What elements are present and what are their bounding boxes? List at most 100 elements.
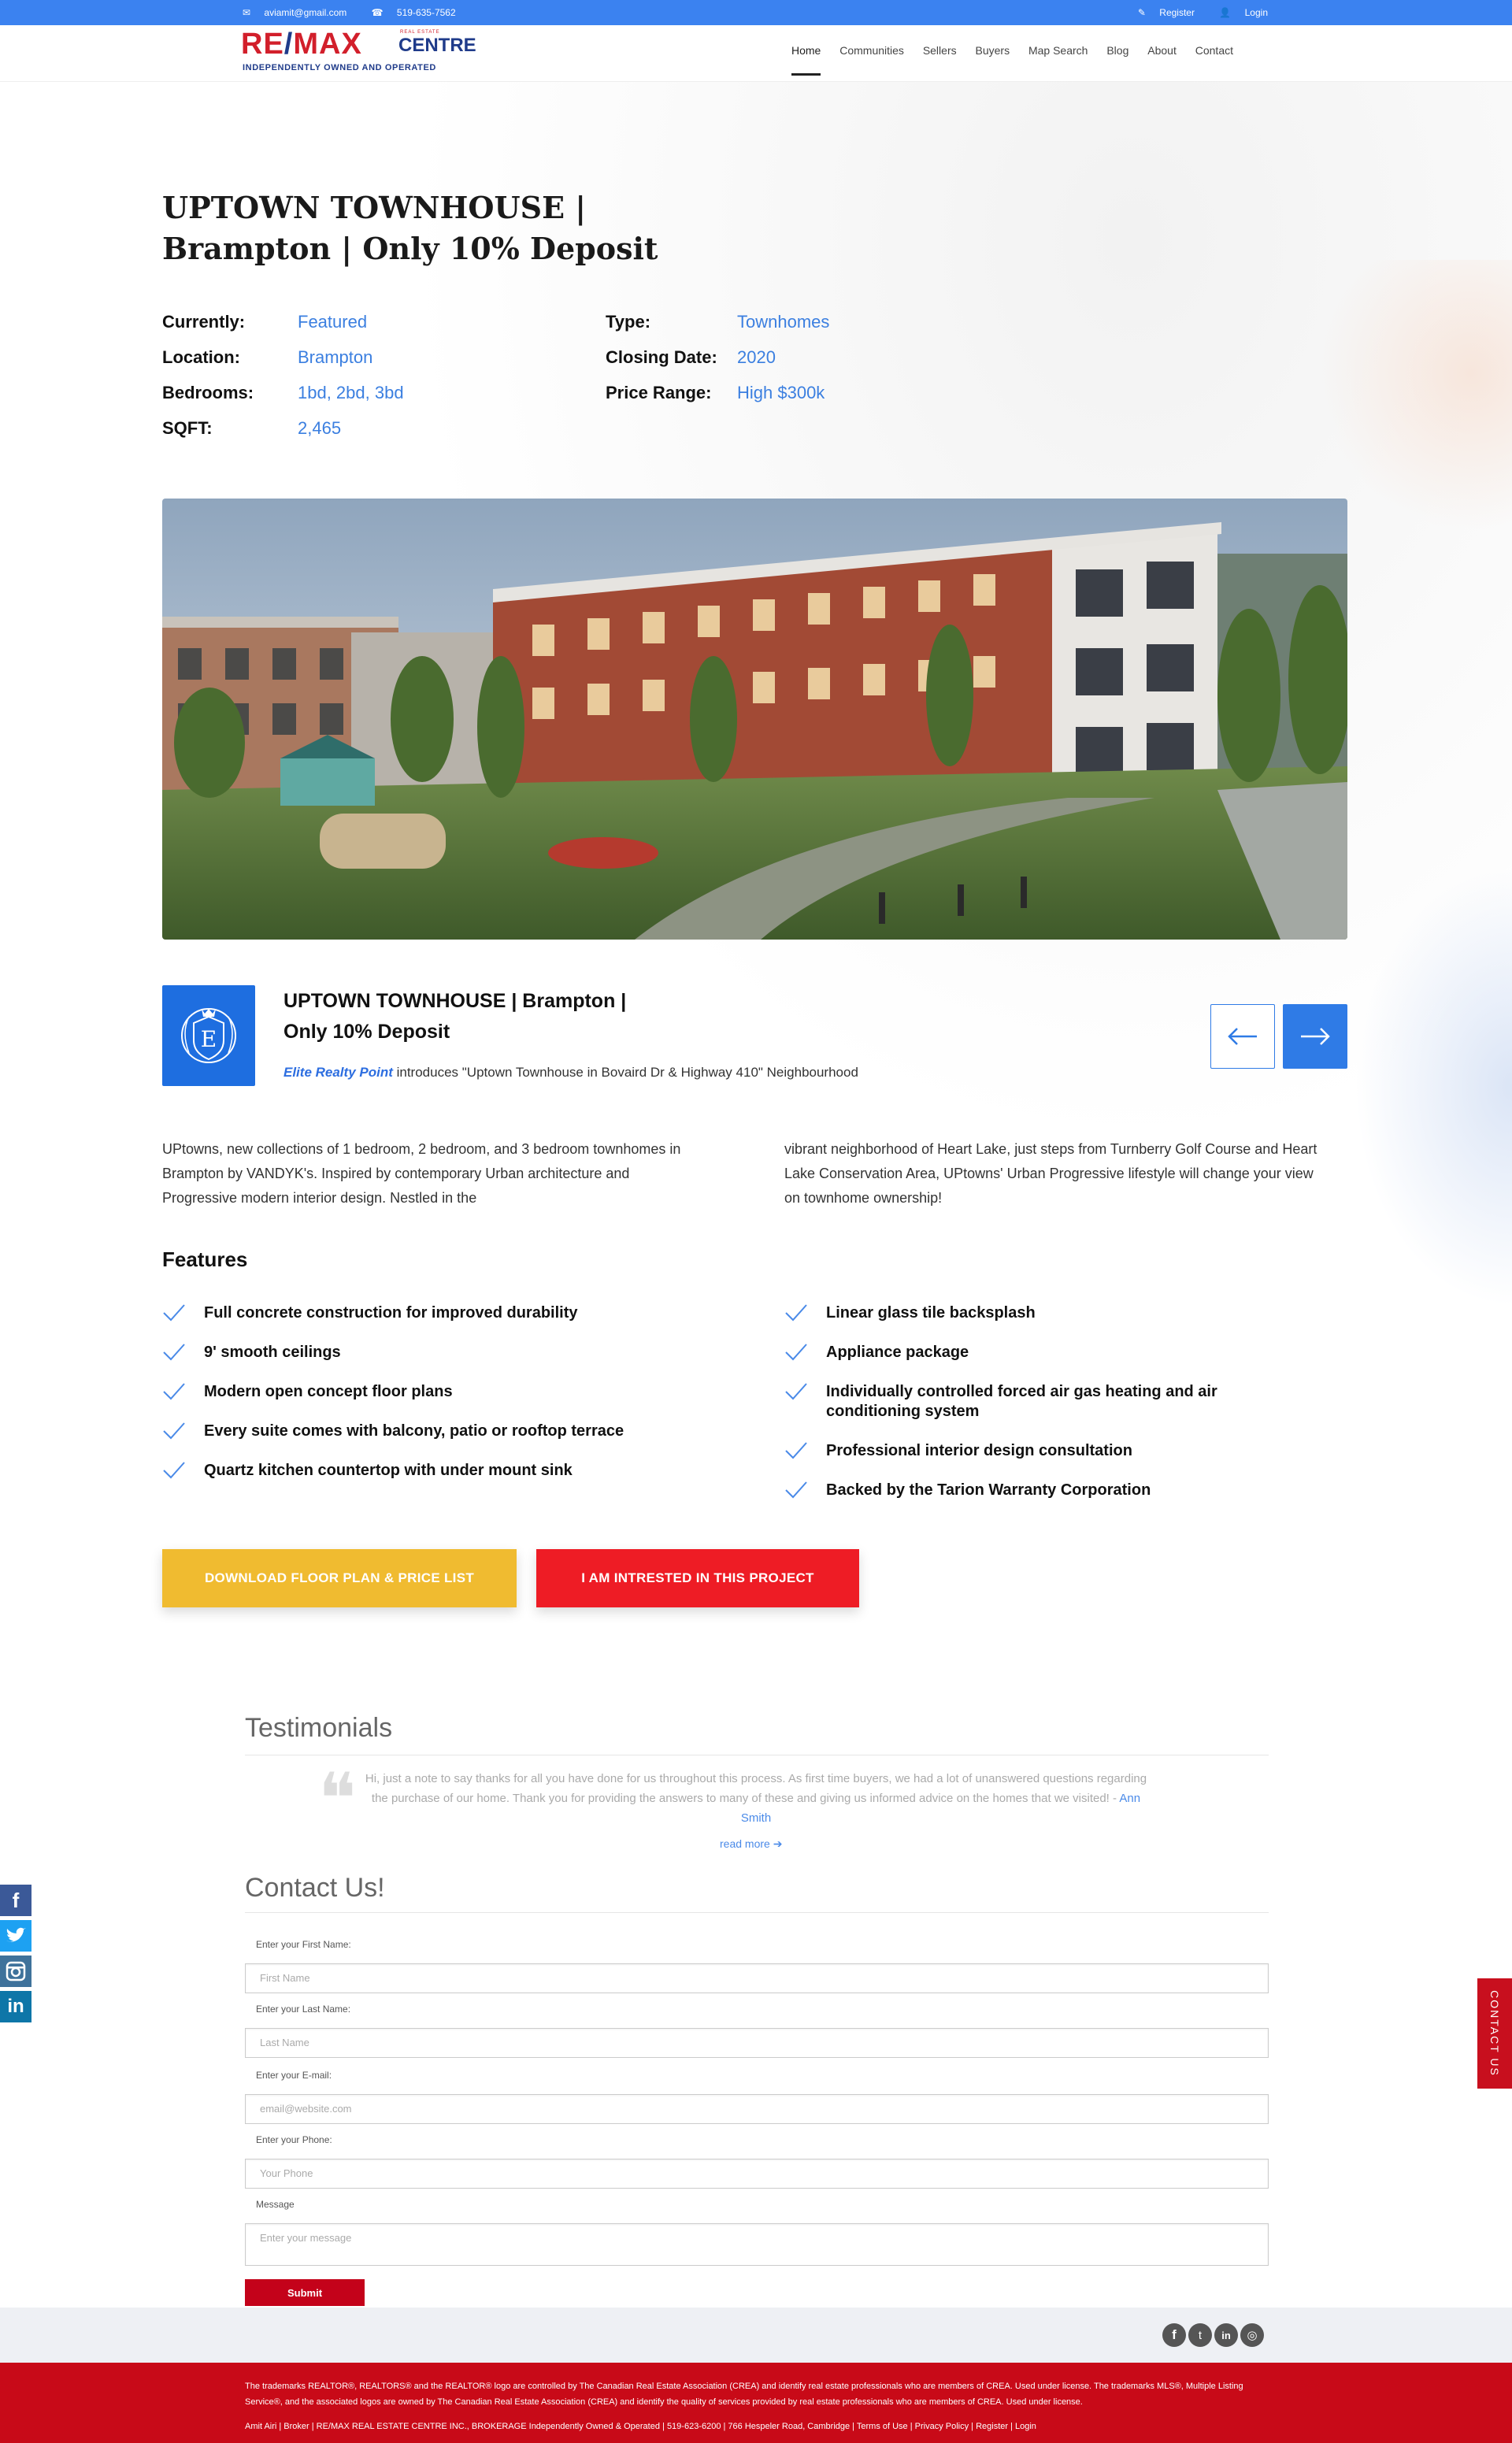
instagram-footer-link[interactable]: ◎ bbox=[1240, 2323, 1264, 2347]
feature-text: Individually controlled forced air gas h… bbox=[826, 1383, 1217, 1420]
message-textarea[interactable]: Enter your message bbox=[245, 2223, 1269, 2266]
message-label: Message bbox=[256, 2199, 295, 2210]
nav-about[interactable]: About bbox=[1147, 44, 1177, 57]
user-icon: 👤 bbox=[1219, 7, 1232, 18]
detail-label: Location: bbox=[162, 347, 240, 367]
nav-home[interactable]: Home bbox=[791, 44, 821, 57]
feature-item: Professional interior design consultatio… bbox=[784, 1441, 1336, 1461]
intro-heading-line2: Only 10% Deposit bbox=[284, 1021, 450, 1043]
check-icon bbox=[163, 1462, 185, 1479]
linkedin-icon: in bbox=[1221, 2329, 1231, 2341]
logo-centre: CENTRE bbox=[398, 35, 476, 56]
detail-row: SQFT: 2,465 bbox=[162, 410, 572, 446]
instagram-side-link[interactable] bbox=[0, 1956, 32, 1987]
detail-label: Type: bbox=[606, 312, 651, 332]
detail-row: Currently: Featured bbox=[162, 304, 572, 339]
details-right: Type: Townhomes Closing Date: 2020 Price… bbox=[606, 304, 1015, 410]
remax-logo[interactable]: RE/MAX REAL ESTATE CENTRE INDEPENDENTLY … bbox=[241, 28, 485, 77]
interested-button[interactable]: I AM INTRESTED IN THIS PROJECT bbox=[536, 1549, 859, 1607]
footer-bottom-links[interactable]: Amit Airi | Broker | RE/MAX REAL ESTATE … bbox=[245, 2422, 1036, 2431]
feature-item: Appliance package bbox=[784, 1343, 1336, 1362]
nav-buyers[interactable]: Buyers bbox=[976, 44, 1010, 57]
arrow-right-icon: ➔ bbox=[773, 1837, 783, 1850]
feature-text: Every suite comes with balcony, patio or… bbox=[204, 1422, 624, 1440]
email-link[interactable]: ✉ aviamit@gmail.com bbox=[243, 7, 358, 18]
nav-map-search[interactable]: Map Search bbox=[1028, 44, 1088, 57]
detail-value: 2,465 bbox=[298, 418, 342, 438]
nav-contact[interactable]: Contact bbox=[1195, 44, 1233, 57]
phone-link[interactable]: ☎ 519-635-7562 bbox=[372, 7, 467, 18]
email-input[interactable]: email@website.com bbox=[245, 2094, 1269, 2124]
testimonial-quote: Hi, just a note to say thanks for all yo… bbox=[365, 1772, 1147, 1805]
facebook-footer-link[interactable]: f bbox=[1162, 2323, 1186, 2347]
twitter-icon: t bbox=[1198, 2328, 1203, 2342]
instagram-icon bbox=[6, 1961, 26, 1981]
phone-input[interactable]: Your Phone bbox=[245, 2159, 1269, 2189]
contact-us-tab-label: CONTACT US bbox=[1488, 1990, 1501, 2077]
last-name-input[interactable]: Last Name bbox=[245, 2028, 1269, 2058]
facebook-side-link[interactable]: f bbox=[0, 1885, 32, 1916]
check-icon bbox=[163, 1383, 185, 1400]
nav-blog[interactable]: Blog bbox=[1106, 44, 1128, 57]
next-button[interactable] bbox=[1283, 1004, 1347, 1069]
register-link[interactable]: ✎ Register bbox=[1127, 7, 1195, 18]
envelope-icon: ✉ bbox=[243, 7, 251, 18]
download-floorplan-button[interactable]: DOWNLOAD FLOOR PLAN & PRICE LIST bbox=[162, 1549, 517, 1607]
intro-subline: Elite Realty Point introduces "Uptown To… bbox=[284, 1065, 858, 1081]
login-link[interactable]: 👤 Login bbox=[1208, 7, 1268, 18]
register-text: Register bbox=[1159, 7, 1195, 18]
prev-button[interactable] bbox=[1210, 1004, 1275, 1069]
instagram-icon: ◎ bbox=[1247, 2329, 1258, 2342]
feature-item: Modern open concept floor plans bbox=[162, 1382, 713, 1402]
read-more-link[interactable]: read more ➔ bbox=[720, 1837, 782, 1851]
check-icon bbox=[163, 1304, 185, 1322]
email-label: Enter your E-mail: bbox=[256, 2070, 332, 2081]
linkedin-side-link[interactable]: in bbox=[0, 1991, 32, 2022]
first-name-input[interactable]: First Name bbox=[245, 1963, 1269, 1993]
feature-text: 9' smooth ceilings bbox=[204, 1344, 341, 1361]
arrow-right-icon bbox=[1301, 1028, 1330, 1045]
facebook-icon: f bbox=[12, 1888, 20, 1912]
twitter-footer-link[interactable]: t bbox=[1188, 2323, 1212, 2347]
edit-icon: ✎ bbox=[1137, 7, 1146, 18]
phone-text: 519-635-7562 bbox=[396, 7, 456, 18]
listing-title: UPTOWN TOWNHOUSE | Brampton | Only 10% D… bbox=[162, 187, 713, 269]
twitter-icon bbox=[6, 1927, 26, 1942]
submit-button[interactable]: Submit bbox=[245, 2279, 365, 2306]
feature-item: Individually controlled forced air gas h… bbox=[784, 1382, 1336, 1422]
footer-legal: The trademarks REALTOR®, REALTORS® and t… bbox=[245, 2382, 1243, 2407]
description-col2: vibrant neighborhood of Heart Lake, just… bbox=[784, 1141, 1317, 1206]
detail-value: Featured bbox=[298, 312, 368, 332]
twitter-side-link[interactable] bbox=[0, 1920, 32, 1952]
builder-link[interactable]: Elite Realty Point bbox=[284, 1065, 393, 1080]
phone-label: Enter your Phone: bbox=[256, 2134, 332, 2145]
detail-value: Brampton bbox=[298, 347, 373, 367]
feature-text: Appliance package bbox=[826, 1344, 969, 1361]
login-text: Login bbox=[1244, 7, 1268, 18]
check-icon bbox=[163, 1344, 185, 1361]
listing-title-line2: Brampton | Only 10% Deposit bbox=[162, 231, 658, 266]
detail-row: Closing Date: 2020 bbox=[606, 339, 1015, 375]
footer-social-band bbox=[0, 2308, 1512, 2363]
first-name-label: Enter your First Name: bbox=[256, 1939, 351, 1950]
features-title: Features bbox=[162, 1247, 248, 1271]
feature-item: Full concrete construction for improved … bbox=[162, 1303, 713, 1323]
nav-communities[interactable]: Communities bbox=[839, 44, 904, 57]
read-more-text: read more bbox=[720, 1837, 770, 1850]
site-footer: The trademarks REALTOR®, REALTORS® and t… bbox=[0, 2363, 1512, 2443]
logo-tagline: INDEPENDENTLY OWNED AND OPERATED bbox=[243, 63, 436, 72]
detail-value: 1bd, 2bd, 3bd bbox=[298, 383, 404, 402]
details-left: Currently: Featured Location: Brampton B… bbox=[162, 304, 572, 446]
feature-text: Quartz kitchen countertop with under mou… bbox=[204, 1462, 573, 1479]
feature-item: 9' smooth ceilings bbox=[162, 1343, 713, 1362]
contact-title: Contact Us! bbox=[245, 1873, 385, 1903]
detail-label: SQFT: bbox=[162, 418, 213, 438]
nav-sellers[interactable]: Sellers bbox=[923, 44, 957, 57]
intro-heading: UPTOWN TOWNHOUSE | Brampton | Only 10% D… bbox=[284, 986, 693, 1047]
description-col1: UPtowns, new collections of 1 bedroom, 2… bbox=[162, 1141, 681, 1206]
linkedin-footer-link[interactable]: in bbox=[1214, 2323, 1238, 2347]
listing-title-line1: UPTOWN TOWNHOUSE | bbox=[162, 190, 587, 225]
crest-icon: E bbox=[181, 1008, 236, 1063]
builder-badge: E bbox=[162, 985, 255, 1086]
contact-us-tab[interactable]: CONTACT US bbox=[1477, 1978, 1512, 2089]
